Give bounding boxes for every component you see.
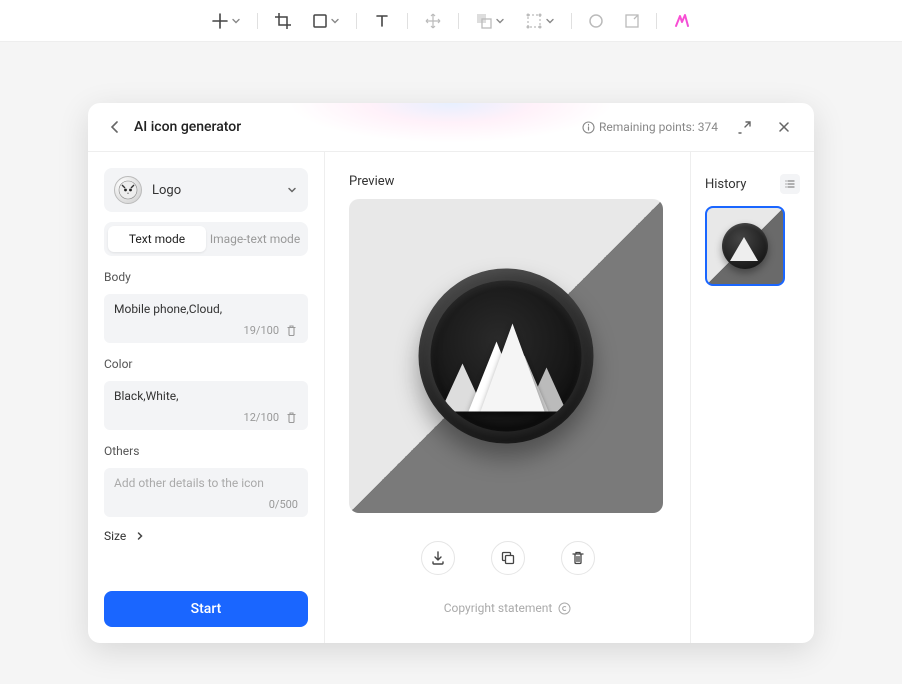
size-expand[interactable]: Size: [104, 529, 308, 543]
copyright-icon: [558, 602, 571, 615]
move-tool[interactable]: [420, 8, 446, 34]
copy-button[interactable]: [491, 541, 525, 575]
chevron-down-icon: [231, 16, 241, 26]
text-tool[interactable]: [369, 8, 395, 34]
shape-tool[interactable]: [308, 9, 344, 33]
modal-title: AI icon generator: [134, 119, 241, 135]
body-label: Body: [104, 270, 308, 284]
list-icon: [784, 178, 796, 190]
chevron-down-icon: [286, 184, 298, 196]
history-label: History: [705, 177, 746, 192]
body-input[interactable]: Mobile phone,Cloud, 19/100: [104, 294, 308, 343]
color-counter: 12/100: [244, 411, 279, 424]
divider: [571, 13, 572, 29]
close-button[interactable]: [770, 113, 798, 141]
trash-icon: [285, 324, 298, 337]
others-counter: 0/500: [269, 498, 298, 511]
divider: [356, 13, 357, 29]
group-icon: [525, 12, 543, 30]
crop-tool[interactable]: [270, 8, 296, 34]
copyright-label: Copyright statement: [444, 601, 553, 615]
circle-tool[interactable]: [584, 9, 608, 33]
download-icon: [430, 550, 446, 566]
others-label: Others: [104, 444, 308, 458]
body-counter: 19/100: [244, 324, 279, 337]
group-tool[interactable]: [521, 8, 559, 34]
color-input[interactable]: Black,White, 12/100: [104, 381, 308, 430]
add-tool[interactable]: [207, 8, 245, 34]
text-icon: [373, 12, 391, 30]
ai-icon-generator-modal: AI icon generator Remaining points: 374 …: [88, 103, 814, 643]
expand-icon: [737, 120, 752, 135]
type-label: Logo: [152, 183, 286, 198]
chevron-down-icon: [545, 16, 555, 26]
chevron-down-icon: [495, 16, 505, 26]
image-text-mode-tab[interactable]: Image-text mode: [206, 226, 304, 252]
color-clear-button[interactable]: [285, 411, 298, 424]
move-icon: [424, 12, 442, 30]
download-button[interactable]: [421, 541, 455, 575]
main-toolbar: [0, 0, 902, 42]
ai-tool[interactable]: [669, 8, 695, 34]
text-mode-tab[interactable]: Text mode: [108, 226, 206, 252]
raccoon-avatar-icon: [114, 176, 142, 204]
points-label: Remaining points: 374: [599, 120, 718, 134]
divider: [257, 13, 258, 29]
boolean-icon: [475, 12, 493, 30]
color-value: Black,White,: [114, 389, 298, 405]
divider: [458, 13, 459, 29]
modal-header: AI icon generator Remaining points: 374: [88, 103, 814, 152]
delete-button[interactable]: [561, 541, 595, 575]
ai-logo-icon: [673, 12, 691, 30]
mode-tabs: Text mode Image-text mode: [104, 222, 308, 256]
icon-type-select[interactable]: Logo: [104, 168, 308, 212]
chevron-down-icon: [330, 16, 340, 26]
preview-panel: Preview: [325, 152, 690, 643]
boolean-tool[interactable]: [471, 8, 509, 34]
preview-actions: [349, 541, 666, 575]
plus-icon: [211, 12, 229, 30]
start-button[interactable]: Start: [104, 591, 308, 627]
settings-panel: Logo Text mode Image-text mode Body Mobi…: [88, 152, 325, 643]
divider: [407, 13, 408, 29]
info-icon: [582, 121, 595, 134]
history-thumbnail[interactable]: [705, 206, 785, 286]
circle-icon: [588, 13, 604, 29]
color-label: Color: [104, 357, 308, 371]
crop-icon: [274, 12, 292, 30]
expand-button[interactable]: [730, 113, 758, 141]
preview-image: [349, 199, 663, 513]
history-list-toggle[interactable]: [780, 174, 800, 194]
others-placeholder: Add other details to the icon: [114, 476, 298, 492]
copy-icon: [500, 550, 516, 566]
body-clear-button[interactable]: [285, 324, 298, 337]
transform-tool[interactable]: [620, 9, 644, 33]
body-value: Mobile phone,Cloud,: [114, 302, 298, 318]
preview-label: Preview: [349, 174, 666, 189]
divider: [656, 13, 657, 29]
square-icon: [312, 13, 328, 29]
back-button[interactable]: [104, 116, 126, 138]
chevron-left-icon: [108, 120, 122, 134]
transform-icon: [624, 13, 640, 29]
chevron-right-icon: [134, 530, 146, 542]
others-input[interactable]: Add other details to the icon 0/500: [104, 468, 308, 517]
history-panel: History: [690, 152, 814, 643]
trash-icon: [570, 550, 586, 566]
close-icon: [777, 120, 791, 134]
remaining-points: Remaining points: 374: [582, 120, 718, 134]
size-label: Size: [104, 529, 126, 543]
trash-icon: [285, 411, 298, 424]
copyright-statement[interactable]: Copyright statement: [349, 601, 666, 615]
